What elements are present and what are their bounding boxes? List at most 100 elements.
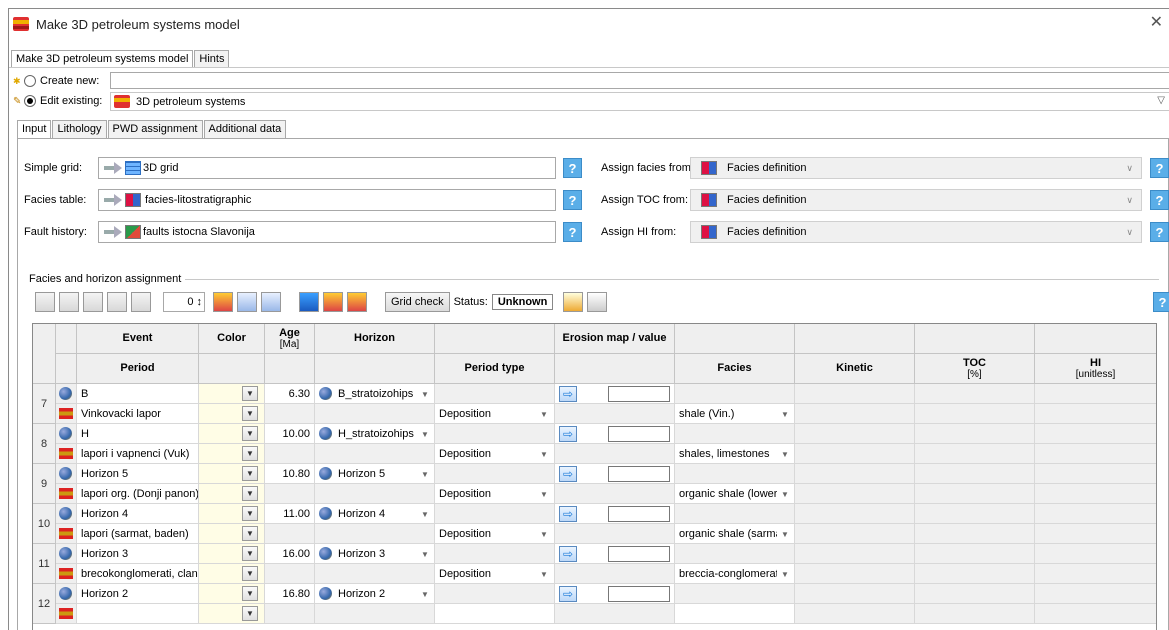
tab-pwd-assignment[interactable]: PWD assignment [107, 120, 203, 138]
erosion-drop-icon[interactable]: ⇨ [559, 386, 577, 402]
chevron-down-icon[interactable]: ▼ [540, 450, 548, 459]
color-dropdown-button[interactable]: ▼ [242, 606, 258, 621]
period-type-cell[interactable] [435, 604, 555, 624]
header-event[interactable]: Event [77, 324, 199, 354]
assign-hi-select[interactable]: Facies definition ∨ [690, 221, 1142, 243]
chevron-down-icon[interactable]: ▼ [781, 450, 789, 459]
erosion-drop-icon[interactable]: ⇨ [559, 546, 577, 562]
header-kinetic[interactable]: Kinetic [795, 354, 915, 384]
erosion-drop-icon[interactable]: ⇨ [559, 506, 577, 522]
chevron-down-icon[interactable]: ▼ [540, 490, 548, 499]
period-name-cell[interactable]: lapori i vapnenci (Vuk) [77, 444, 199, 464]
facies-cell[interactable] [675, 604, 795, 624]
event-name-cell[interactable]: Horizon 4 [77, 504, 199, 524]
tab-input[interactable]: Input [17, 120, 52, 138]
period-type-cell[interactable]: Deposition [435, 404, 555, 424]
chevron-down-icon[interactable]: ▼ [781, 490, 789, 499]
period-type-cell[interactable]: Deposition [435, 484, 555, 504]
erosion-drop-icon[interactable]: ⇨ [559, 466, 577, 482]
horizon-cell[interactable]: Horizon 5 [315, 464, 435, 484]
grid-check-button[interactable]: Grid check [385, 292, 450, 312]
color-dropdown-button[interactable]: ▼ [242, 546, 258, 561]
chevron-down-icon[interactable]: ▼ [421, 430, 429, 439]
header-erosion[interactable]: Erosion map / value [555, 324, 675, 354]
age-cell[interactable]: 16.00 [265, 544, 315, 564]
facies-icon[interactable] [323, 292, 343, 312]
edit-existing-select[interactable]: 3D petroleum systems ▽ [110, 92, 1169, 111]
period-icon[interactable] [347, 292, 367, 312]
header-age[interactable]: Age [Ma] [265, 324, 315, 354]
age-cell[interactable]: 10.80 [265, 464, 315, 484]
erosion-value-input[interactable] [608, 506, 670, 522]
event-name-cell[interactable]: Horizon 5 [77, 464, 199, 484]
help-icon[interactable]: ? [1150, 158, 1169, 178]
period-name-cell[interactable]: Vinkovacki lapor [77, 404, 199, 424]
header-period[interactable]: Period [77, 354, 199, 384]
age-cell[interactable]: 10.00 [265, 424, 315, 444]
header-facies[interactable]: Facies [675, 354, 795, 384]
facies-cell[interactable]: breccia-conglomerat [675, 564, 795, 584]
horizon-cell[interactable]: B_stratoizohips [315, 384, 435, 404]
age-cell[interactable]: 11.00 [265, 504, 315, 524]
color-dropdown-button[interactable]: ▼ [242, 506, 258, 521]
help-icon[interactable]: ? [563, 222, 582, 242]
color-dropdown-button[interactable]: ▼ [242, 586, 258, 601]
chevron-down-icon[interactable]: ▼ [781, 410, 789, 419]
erosion-value-input[interactable] [608, 466, 670, 482]
assign-facies-select[interactable]: Facies definition ∨ [690, 157, 1142, 179]
chevron-down-icon[interactable]: ▼ [781, 530, 789, 539]
event-name-cell[interactable]: Horizon 3 [77, 544, 199, 564]
help-icon[interactable]: ? [563, 158, 582, 178]
horizon-cell[interactable]: H_stratoizohips [315, 424, 435, 444]
period-type-cell[interactable]: Deposition [435, 564, 555, 584]
facies-cell[interactable]: shales, limestones [675, 444, 795, 464]
help-icon[interactable]: ? [1150, 190, 1169, 210]
append-row-icon[interactable] [59, 292, 79, 312]
edit-existing-radio[interactable] [24, 95, 36, 107]
simple-grid-field[interactable]: 3D grid [98, 157, 556, 179]
horizon-cell[interactable]: Horizon 3 [315, 544, 435, 564]
chevron-down-icon[interactable]: ▼ [540, 570, 548, 579]
close-icon[interactable]: ✕ [1150, 15, 1163, 31]
color-dropdown-button[interactable]: ▼ [242, 566, 258, 581]
insert-row-icon[interactable] [35, 292, 55, 312]
color-dropdown-button[interactable]: ▼ [242, 446, 258, 461]
header-hi[interactable]: HI [unitless] [1035, 354, 1156, 384]
chevron-down-icon[interactable]: ▼ [540, 410, 548, 419]
chevron-down-icon[interactable]: ▼ [540, 530, 548, 539]
help-icon[interactable]: ? [1153, 292, 1169, 312]
tab-lithology[interactable]: Lithology [52, 120, 107, 138]
erosion-value-input[interactable] [608, 586, 670, 602]
help-icon[interactable]: ? [1150, 222, 1169, 242]
chevron-down-icon[interactable]: ▼ [421, 470, 429, 479]
facies-cell[interactable]: organic shale (sarma [675, 524, 795, 544]
period-type-cell[interactable]: Deposition [435, 524, 555, 544]
horizon-cell[interactable]: Horizon 4 [315, 504, 435, 524]
row-count-spinner[interactable]: 0 ↕ [163, 292, 205, 312]
chevron-down-icon[interactable]: ▼ [421, 390, 429, 399]
color-dropdown-button[interactable]: ▼ [242, 466, 258, 481]
import-icon[interactable] [237, 292, 257, 312]
header-horizon[interactable]: Horizon [315, 324, 435, 354]
facies-cell[interactable]: shale (Vin.) [675, 404, 795, 424]
erosion-value-input[interactable] [608, 426, 670, 442]
paint-icon[interactable] [213, 292, 233, 312]
facies-cell[interactable]: organic shale (lower [675, 484, 795, 504]
event-name-cell[interactable]: H [77, 424, 199, 444]
chevron-down-icon[interactable]: ▼ [421, 550, 429, 559]
tab-make-model[interactable]: Make 3D petroleum systems model [11, 50, 194, 68]
period-name-cell[interactable]: lapori (sarmat, baden) [77, 524, 199, 544]
map-disabled-icon[interactable] [587, 292, 608, 312]
delete-row-icon[interactable] [107, 292, 127, 312]
map-icon[interactable] [563, 292, 584, 312]
erosion-drop-icon[interactable]: ⇨ [559, 586, 577, 602]
tab-hints[interactable]: Hints [194, 50, 230, 68]
chevron-down-icon[interactable]: ▼ [421, 510, 429, 519]
color-dropdown-button[interactable]: ▼ [242, 386, 258, 401]
color-dropdown-button[interactable]: ▼ [242, 426, 258, 441]
color-dropdown-button[interactable]: ▼ [242, 406, 258, 421]
create-new-radio[interactable] [24, 75, 36, 87]
header-toc[interactable]: TOC [%] [915, 354, 1035, 384]
horizon-icon[interactable] [299, 292, 319, 312]
horizon-cell[interactable]: Horizon 2 [315, 584, 435, 604]
